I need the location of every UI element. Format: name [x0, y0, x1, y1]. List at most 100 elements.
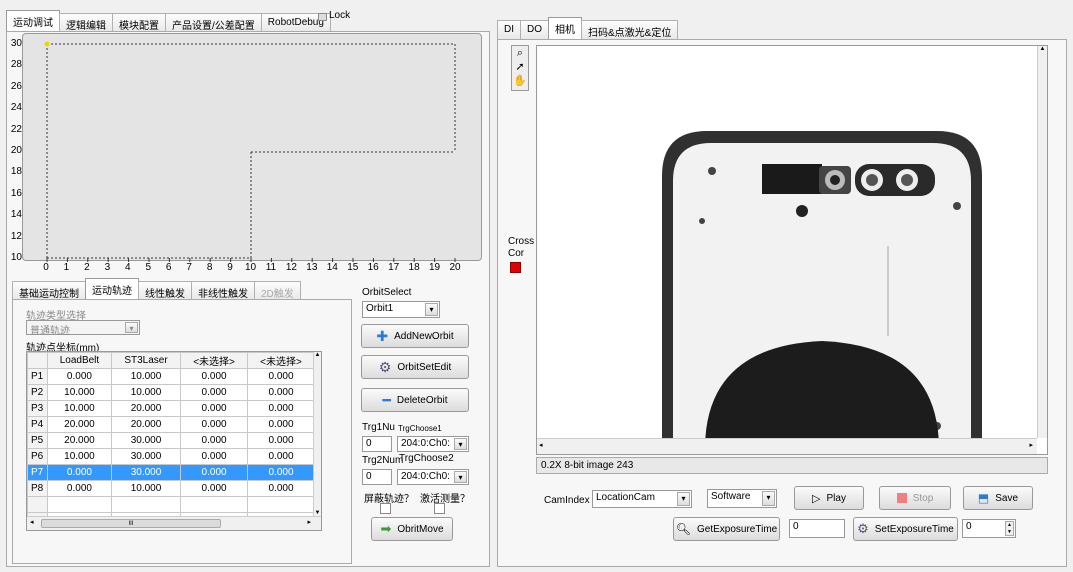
tab-2d-trigger[interactable]: 2D触发: [254, 281, 301, 300]
scroll-up-icon[interactable]: ▲: [314, 352, 321, 358]
table-cell[interactable]: 0.000: [247, 400, 315, 417]
table-cell[interactable]: [110, 496, 182, 513]
table-cell[interactable]: 0.000: [47, 368, 112, 385]
trg1-choose-select[interactable]: 204:0:Ch0: ▾: [397, 436, 469, 452]
column-header-unselected-2[interactable]: <未选择>: [247, 352, 315, 369]
table-cell[interactable]: 0.000: [247, 384, 315, 401]
viewer-vertical-scrollbar[interactable]: ▲: [1037, 46, 1047, 438]
orbit-type-select[interactable]: 普通轨迹 ▾: [26, 320, 140, 337]
exposure-time-input[interactable]: 0 ▲ ▼: [962, 519, 1016, 538]
table-cell[interactable]: 0.000: [180, 368, 249, 385]
tab-linear-trigger[interactable]: 线性触发: [138, 281, 192, 300]
hand-icon[interactable]: ✋: [512, 74, 528, 88]
tab-logic-edit[interactable]: 逻辑编辑: [59, 13, 113, 32]
scroll-thumb[interactable]: III: [41, 519, 221, 528]
table-row[interactable]: P2 10.000 10.000 0.000 0.000: [27, 384, 315, 401]
table-cell[interactable]: 0.000: [47, 464, 112, 481]
column-header-loadbelt[interactable]: LoadBelt: [47, 352, 112, 369]
table-row[interactable]: P1 0.000 10.000 0.000 0.000: [27, 368, 315, 385]
trg2-number-field[interactable]: 0: [362, 469, 392, 485]
table-cell[interactable]: 30.000: [110, 448, 182, 465]
row-header[interactable]: P8: [27, 480, 48, 497]
scroll-left-icon[interactable]: ◂: [30, 518, 34, 526]
table-cell[interactable]: 10.000: [110, 368, 182, 385]
camera-image-viewer[interactable]: ▲ ◂ ▸: [536, 45, 1048, 455]
add-new-orbit-button[interactable]: ✚ AddNewOrbit: [361, 324, 469, 348]
cam-index-select[interactable]: LocationCam ▾: [592, 490, 692, 508]
table-cell[interactable]: 0.000: [247, 448, 315, 465]
lock-toggle[interactable]: Lock: [318, 10, 350, 21]
table-cell[interactable]: [27, 496, 48, 513]
table-cell[interactable]: 0.000: [180, 384, 249, 401]
row-header[interactable]: P7: [27, 464, 48, 481]
table-cell[interactable]: 0.000: [180, 416, 249, 433]
get-exposure-time-button[interactable]: 🔍︎ GetExposureTime: [673, 517, 780, 541]
table-cell[interactable]: 0.000: [180, 432, 249, 449]
table-cell[interactable]: 0.000: [247, 432, 315, 449]
table-cell[interactable]: 0.000: [247, 416, 315, 433]
table-vertical-scrollbar[interactable]: ▲ ▼: [313, 352, 321, 516]
table-row[interactable]: P8 0.000 10.000 0.000 0.000: [27, 480, 315, 497]
trg1-number-field[interactable]: 0: [362, 436, 392, 452]
row-header[interactable]: P5: [27, 432, 48, 449]
play-button[interactable]: ▷ Play: [794, 486, 864, 510]
table-cell[interactable]: 0.000: [47, 480, 112, 497]
tab-basic-motion[interactable]: 基础运动控制: [12, 281, 86, 300]
table-row[interactable]: P4 20.000 20.000 0.000 0.000: [27, 416, 315, 433]
table-cell[interactable]: 20.000: [110, 400, 182, 417]
zoom-icon[interactable]: ⌕: [512, 46, 528, 60]
table-horizontal-scrollbar[interactable]: ◂ III ▸: [27, 516, 321, 530]
orbit-move-button[interactable]: ➡ ObritMove: [371, 517, 453, 541]
table-cell[interactable]: 10.000: [47, 400, 112, 417]
column-header-unselected-1[interactable]: <未选择>: [180, 352, 249, 369]
table-cell[interactable]: 10.000: [47, 384, 112, 401]
table-cell[interactable]: 30.000: [110, 432, 182, 449]
table-cell[interactable]: 0.000: [180, 448, 249, 465]
table-cell[interactable]: 0.000: [180, 464, 249, 481]
spinner-icon[interactable]: ▲ ▼: [1005, 521, 1014, 536]
mask-orbit-checkbox[interactable]: [380, 503, 391, 514]
table-cell[interactable]: 20.000: [47, 416, 112, 433]
row-header[interactable]: P1: [27, 368, 48, 385]
table-cell[interactable]: [47, 496, 112, 513]
delete-orbit-button[interactable]: ━ DeleteOrbit: [361, 388, 469, 412]
activate-measure-checkbox[interactable]: [434, 503, 445, 514]
table-row[interactable]: P5 20.000 30.000 0.000 0.000: [27, 432, 315, 449]
table-row[interactable]: P3 10.000 20.000 0.000 0.000: [27, 400, 315, 417]
scroll-right-icon[interactable]: ▸: [307, 518, 311, 526]
pointer-icon[interactable]: ➚: [512, 60, 528, 74]
tab-scan-laser-locate[interactable]: 扫码&点激光&定位: [581, 20, 679, 39]
table-cell[interactable]: 10.000: [110, 480, 182, 497]
table-cell[interactable]: 30.000: [110, 464, 182, 481]
row-header[interactable]: P4: [27, 416, 48, 433]
trg2-choose-select[interactable]: 204:0:Ch0: ▾: [397, 469, 469, 485]
table-cell[interactable]: 0.000: [247, 368, 315, 385]
table-cell[interactable]: 0.000: [247, 480, 315, 497]
table-cell[interactable]: [180, 496, 249, 513]
table-cell[interactable]: 10.000: [110, 384, 182, 401]
tab-do[interactable]: DO: [520, 20, 549, 39]
scroll-up-icon[interactable]: ▲: [1038, 46, 1047, 52]
table-cell[interactable]: 10.000: [47, 448, 112, 465]
column-header-st3laser[interactable]: ST3Laser: [110, 352, 182, 369]
tab-motion-trajectory[interactable]: 运动轨迹: [85, 278, 139, 300]
tab-di[interactable]: DI: [497, 20, 521, 39]
viewer-horizontal-scrollbar[interactable]: ◂ ▸: [537, 438, 1037, 454]
scroll-left-icon[interactable]: ◂: [539, 441, 543, 449]
table-cell[interactable]: 0.000: [180, 400, 249, 417]
tab-module-config[interactable]: 模块配置: [112, 13, 166, 32]
orbit-set-edit-button[interactable]: ⚙ OrbitSetEdit: [361, 355, 469, 379]
scroll-right-icon[interactable]: ▸: [1029, 441, 1033, 449]
stop-button[interactable]: Stop: [879, 486, 951, 510]
table-row[interactable]: P7 0.000 30.000 0.000 0.000: [27, 464, 315, 481]
row-header[interactable]: P6: [27, 448, 48, 465]
table-cell[interactable]: 20.000: [110, 416, 182, 433]
tab-motion-debug[interactable]: 运动调试: [6, 10, 60, 32]
table-row-empty[interactable]: [27, 496, 315, 513]
tab-product-settings[interactable]: 产品设置/公差配置: [165, 13, 262, 32]
crosshair-color-swatch[interactable]: [510, 262, 521, 273]
table-cell[interactable]: 20.000: [47, 432, 112, 449]
table-row[interactable]: P6 10.000 30.000 0.000 0.000: [27, 448, 315, 465]
tab-camera[interactable]: 相机: [548, 17, 582, 39]
row-header[interactable]: P2: [27, 384, 48, 401]
